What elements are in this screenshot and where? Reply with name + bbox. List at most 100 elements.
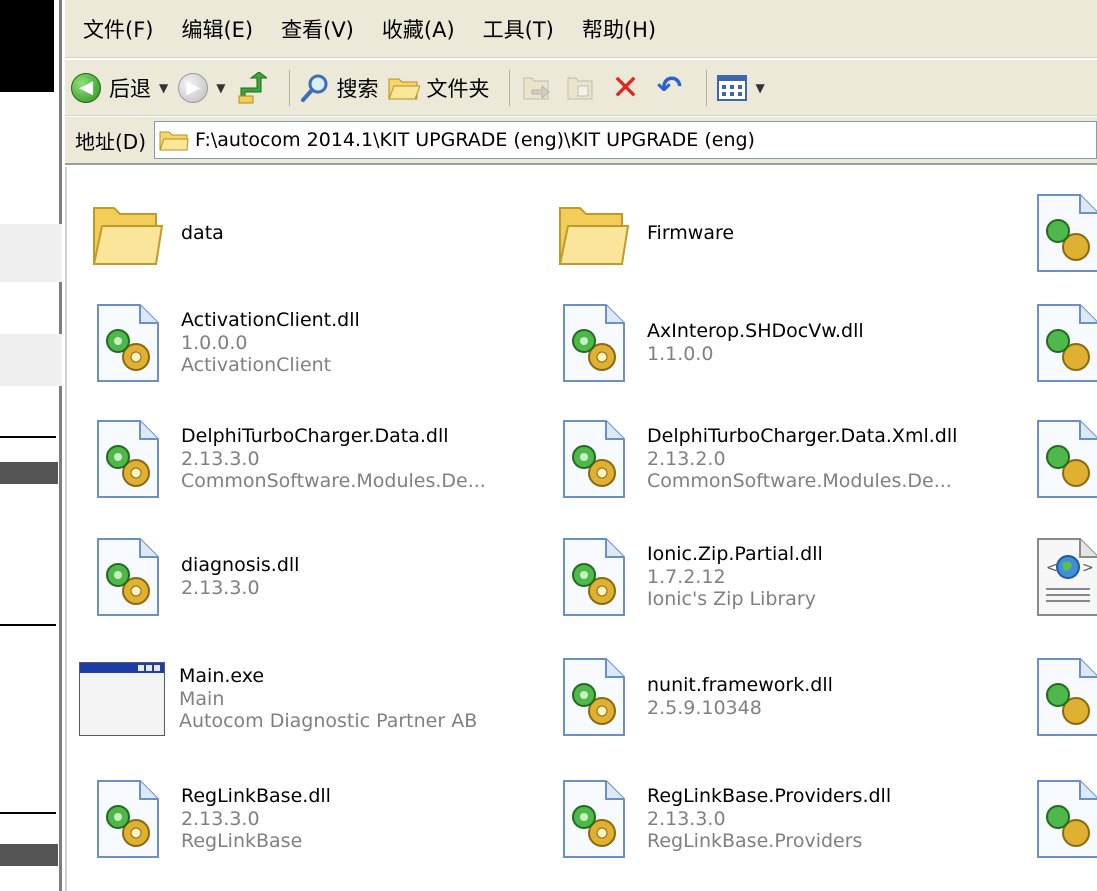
item-labels: diagnosis.dll 2.13.3.0 [181,554,299,600]
delete-button[interactable]: ✕ [608,71,642,105]
dll-icon [1025,777,1097,861]
move-to-icon [523,77,551,99]
menu-bar: 文件(F) 编辑(E) 查看(V) 收藏(A) 工具(T) 帮助(H) [65,0,1097,58]
folders-label: 文件夹 [426,76,490,101]
file-item-activationclient-dll[interactable]: ActivationClient.dll 1.0.0.0 ActivationC… [85,301,360,385]
views-button[interactable]: ▼ [717,74,765,101]
menu-view[interactable]: 查看(V) [281,14,354,44]
copy-to-button[interactable] [564,71,598,105]
item-labels: AxInterop.SHDocVw.dll 1.1.0.0 [647,320,864,366]
file-description: Ionic's Zip Library [647,588,816,611]
file-description: RegLinkBase [181,830,303,853]
up-folder-icon [238,71,268,103]
file-item-firmware[interactable]: Firmware [551,191,734,275]
menu-tools[interactable]: 工具(T) [483,14,554,44]
toolbar-separator [706,69,708,106]
back-arrow-icon: ◀ [71,72,101,103]
dll-icon [551,777,635,861]
toolbar-separator [509,69,511,106]
dll-icon [1025,417,1097,501]
file-name: data [181,221,224,244]
file-description: ActivationClient [181,354,332,377]
dll-icon [1025,655,1097,739]
file-item-ionic-zip-partial-dll[interactable]: Ionic.Zip.Partial.dll 1.7.2.12 Ionic's Z… [551,535,823,619]
file-company: Autocom Diagnostic Partner AB [179,710,478,733]
delete-icon: ✕ [611,67,640,108]
file-item-partial[interactable] [1025,301,1097,385]
file-name: diagnosis.dll [181,554,300,577]
file-version: 2.13.3.0 [181,577,260,599]
item-labels: nunit.framework.dll 2.5.9.10348 [647,674,833,720]
menu-file[interactable]: 文件(F) [83,14,153,44]
up-folder-button[interactable] [235,71,269,105]
folders-button[interactable]: 文件夹 [388,73,489,103]
file-version: 2.5.9.10348 [647,697,762,719]
search-icon [301,74,328,102]
undo-button[interactable]: ↶ [652,70,686,105]
address-input[interactable]: F:\autocom 2014.1\KIT UPGRADE (eng)\KIT … [154,121,1097,159]
file-name: RegLinkBase.dll [181,784,331,807]
address-label: 地址(D) [75,129,147,154]
file-item-partial[interactable] [1025,777,1097,861]
dll-icon [85,417,169,501]
svg-text:<: < [1046,560,1058,576]
exe-icon [77,657,169,741]
dll-icon [85,535,169,619]
file-item-partial[interactable] [1025,417,1097,501]
strip-line [0,624,56,626]
search-label: 搜索 [336,76,379,101]
file-item-delphiturbocharger-data-xml-dll[interactable]: DelphiTurboCharger.Data.Xml.dll 2.13.2.0… [551,417,957,501]
file-item-data[interactable]: data [85,191,224,275]
menu-help[interactable]: 帮助(H) [582,14,656,44]
dll-icon [551,535,635,619]
file-version: 1.0.0.0 [181,331,248,354]
file-description: Main [179,687,225,710]
file-item-nunit-framework-dll[interactable]: nunit.framework.dll 2.5.9.10348 [551,655,833,739]
file-item-diagnosis-dll[interactable]: diagnosis.dll 2.13.3.0 [85,535,299,619]
dll-icon [551,301,635,385]
back-button[interactable]: ◀ 后退 ▼ [71,72,168,103]
file-name: RegLinkBase.Providers.dll [647,784,892,807]
strip-bar [0,462,58,484]
menu-edit[interactable]: 编辑(E) [181,14,253,44]
strip-bar [0,844,58,866]
file-item-delphiturbocharger-data-dll[interactable]: DelphiTurboCharger.Data.dll 2.13.3.0 Com… [85,417,486,501]
toolbar-separator [289,69,291,106]
item-labels: Ionic.Zip.Partial.dll 1.7.2.12 Ionic's Z… [647,543,823,611]
file-item-partial[interactable] [1025,191,1097,275]
file-name: DelphiTurboCharger.Data.Xml.dll [647,424,958,447]
file-version: 2.13.2.0 [647,447,726,470]
dll-icon [551,417,635,501]
views-icon [717,74,748,101]
views-dropdown-icon[interactable]: ▼ [755,81,764,95]
file-name: AxInterop.SHDocVw.dll [647,320,864,343]
file-item-partial[interactable]: < > [1025,535,1097,619]
file-version: 1.1.0.0 [647,343,714,365]
strip-block [0,0,54,92]
address-path: F:\autocom 2014.1\KIT UPGRADE (eng)\KIT … [195,129,755,151]
address-bar: 地址(D) F:\autocom 2014.1\KIT UPGRADE (eng… [65,117,1097,165]
search-button[interactable]: 搜索 [300,73,378,103]
menu-favorites[interactable]: 收藏(A) [382,14,455,44]
forward-arrow-icon: ▶ [178,72,209,103]
file-version: 2.13.3.0 [647,807,726,830]
file-item-main-exe[interactable]: Main.exe Main Autocom Diagnostic Partner… [77,657,477,741]
dll-icon [1025,191,1097,275]
dll-icon [1025,301,1097,385]
back-dropdown-icon[interactable]: ▼ [159,81,168,95]
file-version: 2.13.3.0 [181,447,260,470]
strip-block [0,334,62,386]
forward-button[interactable]: ▶ ▼ [178,72,225,103]
file-item-reglinkbase-dll[interactable]: RegLinkBase.dll 2.13.3.0 RegLinkBase [85,777,331,861]
folder-icon [551,191,635,275]
file-item-reglinkbase-providers-dll[interactable]: RegLinkBase.Providers.dll 2.13.3.0 RegLi… [551,777,891,861]
file-item-partial[interactable] [1025,655,1097,739]
explorer-window: 文件(F) 编辑(E) 查看(V) 收藏(A) 工具(T) 帮助(H) ◀ 后退… [65,0,1097,891]
forward-dropdown-icon[interactable]: ▼ [216,81,225,95]
item-labels: DelphiTurboCharger.Data.dll 2.13.3.0 Com… [181,425,486,493]
file-item-axinterop-dll[interactable]: AxInterop.SHDocVw.dll 1.1.0.0 [551,301,864,385]
file-description: CommonSoftware.Modules.De... [647,470,952,493]
item-labels: RegLinkBase.dll 2.13.3.0 RegLinkBase [181,785,331,853]
move-to-button[interactable] [520,71,554,105]
folder-icon [85,191,169,275]
